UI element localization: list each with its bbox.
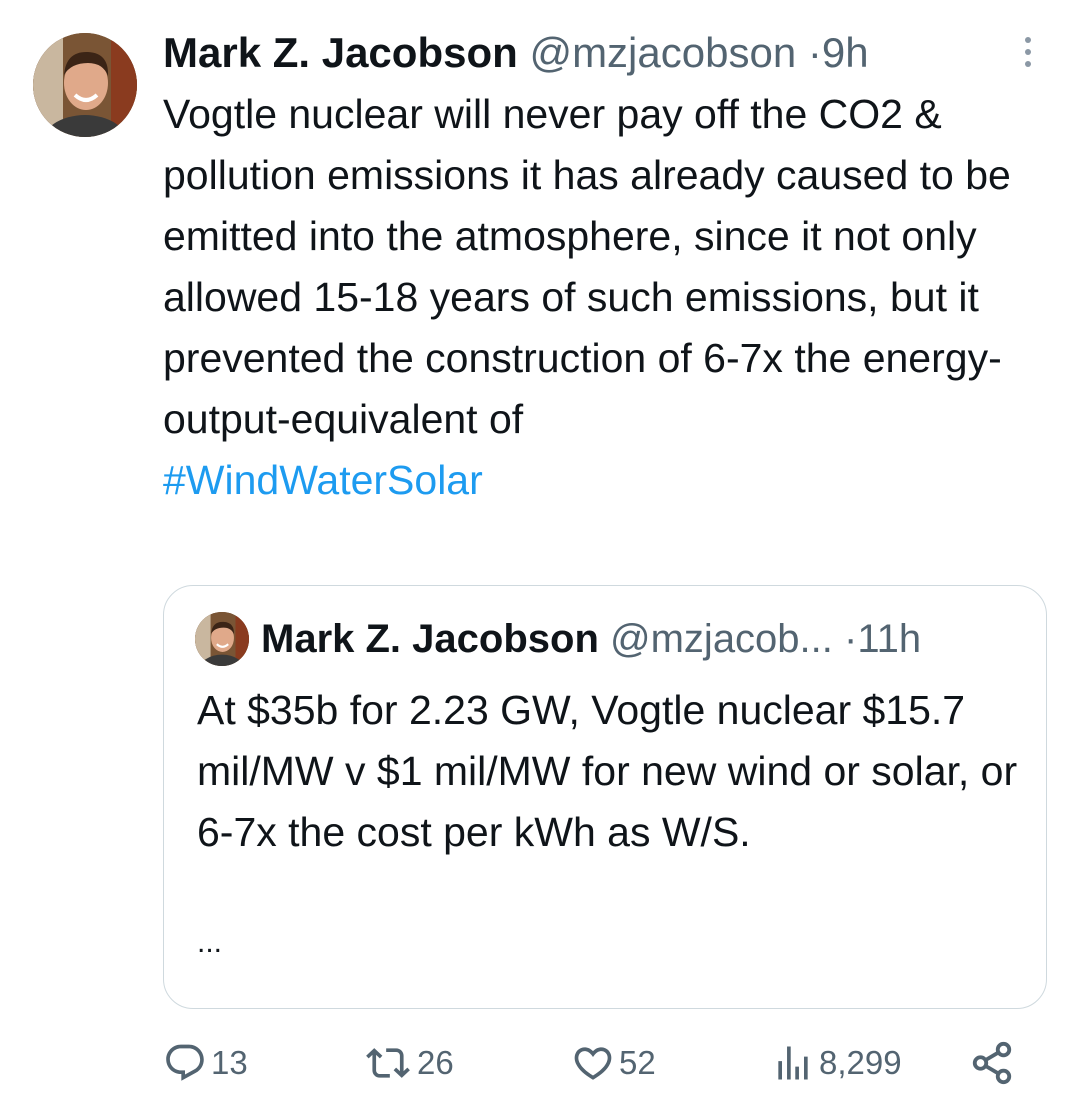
retweet-button[interactable]: 26 — [363, 1038, 454, 1088]
author-name[interactable]: Mark Z. Jacobson — [163, 29, 518, 76]
retweet-icon — [366, 1048, 410, 1078]
quoted-ellipsis: ... — [197, 926, 223, 959]
reply-count: 13 — [211, 1044, 248, 1081]
views-icon — [778, 1046, 808, 1080]
tweet-header: Mark Z. Jacobson @mzjacobson ·9h — [163, 26, 1010, 80]
hashtag-link[interactable]: #WindWaterSolar — [163, 450, 1043, 511]
more-options-button[interactable] — [1010, 34, 1046, 70]
quoted-author-handle: @mzjacob... — [610, 617, 833, 661]
quoted-body: At $35b for 2.23 GW, Vogtle nuclear $15.… — [197, 687, 1018, 855]
heart-icon — [574, 1047, 612, 1080]
separator-dot: · — [807, 29, 822, 76]
views-button[interactable]: 8,299 — [771, 1038, 902, 1088]
like-button[interactable]: 52 — [571, 1038, 656, 1088]
retweet-count: 26 — [417, 1044, 454, 1081]
more-vertical-icon — [1025, 37, 1031, 67]
quoted-separator-dot: · — [844, 617, 858, 661]
share-icon — [972, 1041, 1012, 1085]
quoted-avatar-photo — [195, 612, 249, 666]
quoted-author-name: Mark Z. Jacobson — [261, 617, 599, 661]
share-button[interactable] — [969, 1038, 1015, 1088]
reply-button[interactable]: 13 — [163, 1038, 248, 1088]
author-avatar[interactable] — [33, 33, 137, 137]
tweet-text: Vogtle nuclear will never pay off the CO… — [163, 91, 1011, 442]
quoted-tweet[interactable]: Mark Z. Jacobson @mzjacob... ·11h At $35… — [163, 585, 1047, 1009]
tweet-actions: 13 26 52 8,299 — [163, 1038, 1023, 1088]
author-handle[interactable]: @mzjacobson — [529, 29, 796, 76]
like-count: 52 — [619, 1044, 656, 1081]
tweet-body: Vogtle nuclear will never pay off the CO… — [163, 84, 1043, 511]
avatar-photo — [33, 33, 137, 137]
views-count: 8,299 — [819, 1044, 902, 1081]
tweet-time[interactable]: 9h — [822, 29, 869, 76]
reply-icon — [166, 1044, 204, 1081]
quoted-author-avatar — [195, 612, 249, 666]
quoted-time: 11h — [857, 617, 922, 661]
quoted-header: Mark Z. Jacobson @mzjacob... ·11h — [261, 612, 1016, 666]
